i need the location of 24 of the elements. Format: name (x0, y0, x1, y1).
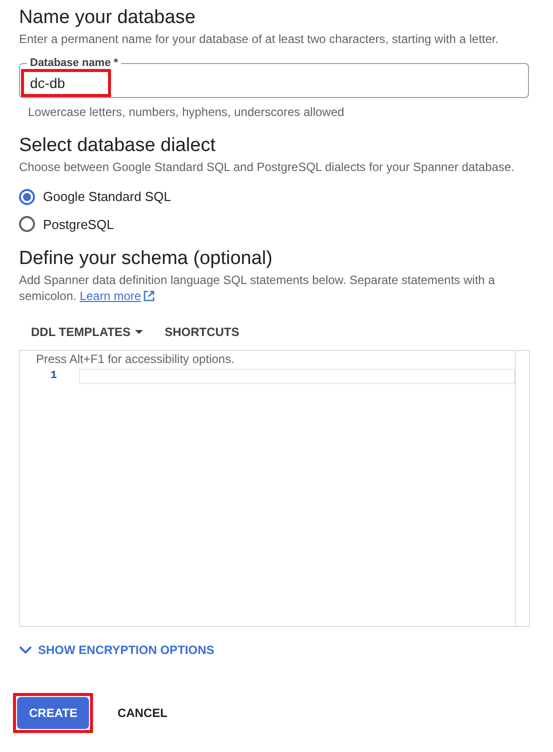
section-description: Enter a permanent name for your database of at least two characters, starting with a letter. (19, 31, 500, 47)
radio-button[interactable] (19, 188, 35, 205)
dropdown-button[interactable]: DDL TEMPLATES (31, 323, 143, 341)
cancel-button[interactable]: CANCEL (113, 697, 172, 729)
chevron-down-icon (19, 646, 32, 654)
radio-label[interactable]: PostgreSQL (43, 214, 114, 234)
radio-button[interactable] (19, 216, 35, 232)
editor-hint: Press Alt+F1 for accessibility options. (35, 351, 236, 368)
section-title: Name your database (19, 6, 196, 30)
line-number: 1 (49, 369, 57, 384)
external-link-icon[interactable] (143, 290, 156, 302)
section-title: Define your schema (optional) (19, 247, 274, 271)
field-hint: Lowercase letters, numbers, hyphens, underscores allowed (28, 104, 346, 121)
section-title: Select database dialect (19, 134, 216, 158)
section-description: Add Spanner data definition language SQL statements below. Separate statements with a semicolon. Learn more (19, 272, 496, 304)
section-description: Choose between Google Standard SQL and PostgreSQL dialects for your Spanner database. (19, 159, 516, 175)
radio-label[interactable]: Google Standard SQL (43, 187, 171, 206)
toolbar-button[interactable]: SHORTCUTS (164, 323, 240, 341)
database-name-field[interactable]: Database name * dc-db (19, 57, 529, 98)
caret-icon (134, 330, 143, 334)
create-button[interactable]: CREATE (17, 697, 90, 729)
code-editor[interactable]: Press Alt+F1 for accessibility options. 1 (19, 350, 530, 627)
show-encryption-options-button[interactable]: SHOW ENCRYPTION OPTIONS (19, 641, 529, 659)
learn-more-link[interactable]: Learn more (80, 289, 142, 303)
